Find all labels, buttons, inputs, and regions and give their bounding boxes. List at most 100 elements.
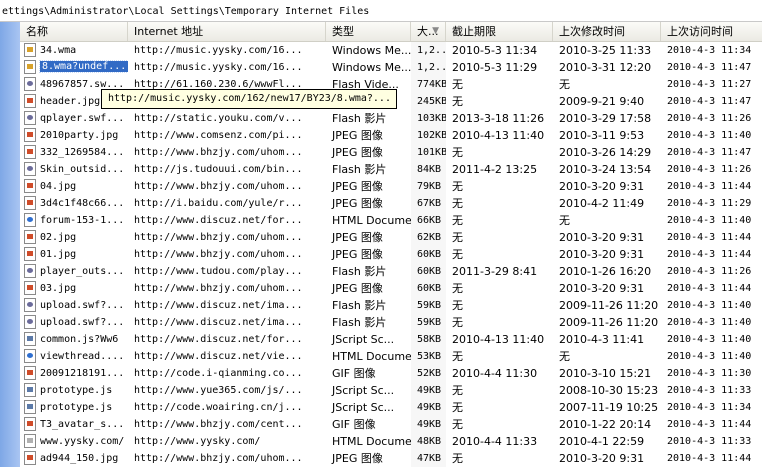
- column-header-modified[interactable]: 上次修改时间: [553, 22, 661, 41]
- file-row[interactable]: 2010party.jpg http://www.comsenz.com/pi..…: [20, 127, 762, 144]
- cell-expires: 无: [452, 248, 463, 261]
- file-name: 2010party.jpg: [40, 130, 119, 141]
- cell-size: 49KB: [411, 399, 446, 416]
- file-name: Skin_outsid...: [40, 164, 125, 175]
- cell-size: 49KB: [411, 416, 446, 433]
- cell-modified: 无: [559, 350, 570, 363]
- cell-type: JPEG 图像: [332, 180, 383, 193]
- file-row[interactable]: viewthread.... http://www.discuz.net/vie.…: [20, 348, 762, 365]
- file-name: ad944_150.jpg: [40, 453, 119, 464]
- file-row[interactable]: player_outs... http://www.tudou.com/play.…: [20, 263, 762, 280]
- cell-expires: 无: [452, 197, 463, 210]
- file-row[interactable]: 3d4c1f48c66... http://i.baidu.com/yule/r.…: [20, 195, 762, 212]
- cell-modified: 2010-3-24 13:54: [559, 163, 652, 176]
- cell-accessed: 2010-4-3 11:40: [667, 215, 752, 226]
- address-bar[interactable]: ettings\Administrator\Local Settings\Tem…: [0, 0, 762, 22]
- cell-accessed: 2010-4-3 11:47: [667, 62, 752, 73]
- cell-address: http://www.bhzjy.com/uhom...: [134, 249, 303, 260]
- cell-accessed: 2010-4-3 11:44: [667, 453, 752, 464]
- file-row[interactable]: common.js?Ww6 http://www.discuz.net/for..…: [20, 331, 762, 348]
- cell-expires: 无: [452, 384, 463, 397]
- file-row[interactable]: 03.jpg http://www.bhzjy.com/uhom... JPEG 图…: [20, 280, 762, 297]
- file-name: 34.wma: [40, 45, 77, 56]
- cell-expires: 2011-4-2 13:25: [452, 163, 538, 176]
- image-file-icon: [24, 94, 36, 108]
- cell-modified: 2010-1-26 16:20: [559, 265, 652, 278]
- cell-type: HTML Document: [332, 214, 411, 227]
- file-row[interactable]: 01.jpg http://www.bhzjy.com/uhom... JPEG 图…: [20, 246, 762, 263]
- image-file-icon: [24, 281, 36, 295]
- gif-file-icon: [24, 417, 36, 431]
- file-row[interactable]: upload.swf?... http://www.discuz.net/ima.…: [20, 297, 762, 314]
- cell-expires: 无: [452, 78, 463, 91]
- cell-size: 58KB: [411, 331, 446, 348]
- cell-type: HTML Document: [332, 435, 411, 448]
- file-row[interactable]: www.yysky.com/http://www.yysky.com/HTML …: [20, 433, 762, 450]
- file-name: prototype.js: [40, 385, 113, 396]
- image-file-icon: [24, 230, 36, 244]
- cell-accessed: 2010-4-3 11:26: [667, 113, 752, 124]
- cell-type: Flash 影片: [332, 112, 387, 125]
- cell-name: qplayer.swf...: [20, 110, 128, 127]
- cell-type: GIF 图像: [332, 367, 376, 380]
- cell-address: http://www.bhzjy.com/uhom...: [134, 232, 303, 243]
- file-row[interactable]: qplayer.swf... http://static.youku.com/v.…: [20, 110, 762, 127]
- cell-modified: 2010-1-22 20:14: [559, 418, 652, 431]
- music-file-icon: [24, 43, 36, 57]
- column-header-name[interactable]: 名称: [20, 22, 128, 41]
- cell-expires: 无: [452, 95, 463, 108]
- file-row[interactable]: 04.jpg http://www.bhzjy.com/uhom... JPEG 图…: [20, 178, 762, 195]
- cell-size: 1,2...: [411, 59, 446, 76]
- cell-modified: 2009-11-26 11:20: [559, 316, 659, 329]
- cell-size: 49KB: [411, 382, 446, 399]
- cell-expires: 2013-3-18 11:26: [452, 112, 545, 125]
- cell-modified: 无: [559, 78, 570, 91]
- cell-address: http://www.discuz.net/for...: [134, 334, 303, 345]
- file-row[interactable]: 20091218191... http://code.i-qianming.co.…: [20, 365, 762, 382]
- cell-modified: 2008-10-30 15:23: [559, 384, 659, 397]
- file-row[interactable]: T3_avatar_s... http://www.bhzjy.com/cent.…: [20, 416, 762, 433]
- column-header-expires[interactable]: 截止期限: [446, 22, 553, 41]
- cell-name: prototype.js: [20, 382, 128, 399]
- column-header-size[interactable]: 大... ▼: [411, 22, 446, 41]
- cell-type: JPEG 图像: [332, 146, 383, 159]
- flash-file-icon: [24, 111, 36, 125]
- cell-expires: 2010-4-4 11:33: [452, 435, 538, 448]
- column-header-type[interactable]: 类型: [326, 22, 411, 41]
- cell-size: 62KB: [411, 229, 446, 246]
- cell-accessed: 2010-4-3 11:27: [667, 79, 752, 90]
- cell-type: Windows Me...: [332, 61, 411, 74]
- file-row[interactable]: 8.wma?undef... http://music.yysky.com/16.…: [20, 59, 762, 76]
- sort-descending-icon: ▼: [432, 26, 439, 36]
- cell-name: 34.wma: [20, 42, 128, 59]
- cell-accessed: 2010-4-3 11:33: [667, 436, 752, 447]
- column-header-address[interactable]: Internet 地址: [128, 22, 326, 41]
- file-name: upload.swf?...: [40, 317, 125, 328]
- file-row[interactable]: upload.swf?... http://www.discuz.net/ima.…: [20, 314, 762, 331]
- cell-name: common.js?Ww6: [20, 331, 128, 348]
- file-row[interactable]: 34.wma http://music.yysky.com/16... Window…: [20, 42, 762, 59]
- cell-address: http://www.bhzjy.com/uhom...: [134, 147, 303, 158]
- file-row[interactable]: prototype.js http://code.woairing.cn/j...…: [20, 399, 762, 416]
- file-name: 332_1269584...: [40, 147, 125, 158]
- flash-file-icon: [24, 77, 36, 91]
- column-header-accessed[interactable]: 上次访问时间: [661, 22, 762, 41]
- cell-accessed: 2010-4-3 11:30: [667, 368, 752, 379]
- cell-address: http://www.bhzjy.com/uhom...: [134, 453, 303, 464]
- file-name: 04.jpg: [40, 181, 77, 192]
- file-name: viewthread....: [40, 351, 125, 362]
- file-row[interactable]: 02.jpg http://www.bhzjy.com/uhom... JPEG 图…: [20, 229, 762, 246]
- file-name: 8.wma?undef...: [38, 60, 128, 73]
- file-row[interactable]: 332_1269584... http://www.bhzjy.com/uhom.…: [20, 144, 762, 161]
- cell-modified: 2010-3-11 9:53: [559, 129, 645, 142]
- cell-size: 66KB: [411, 212, 446, 229]
- cell-modified: 无: [559, 214, 570, 227]
- filename-tooltip: http://music.yysky.com/162/new17/BY23/8.…: [101, 89, 397, 109]
- file-name: player_outs...: [40, 266, 125, 277]
- cell-type: JPEG 图像: [332, 282, 383, 295]
- cell-name: ad944_150.jpg: [20, 450, 128, 467]
- file-row[interactable]: Skin_outsid... http://js.tudouui.com/bin.…: [20, 161, 762, 178]
- file-row[interactable]: ad944_150.jpg http://www.bhzjy.com/uhom..…: [20, 450, 762, 467]
- file-row[interactable]: prototype.js http://www.yue365.com/js/...…: [20, 382, 762, 399]
- file-row[interactable]: forum-153-1... http://www.discuz.net/for.…: [20, 212, 762, 229]
